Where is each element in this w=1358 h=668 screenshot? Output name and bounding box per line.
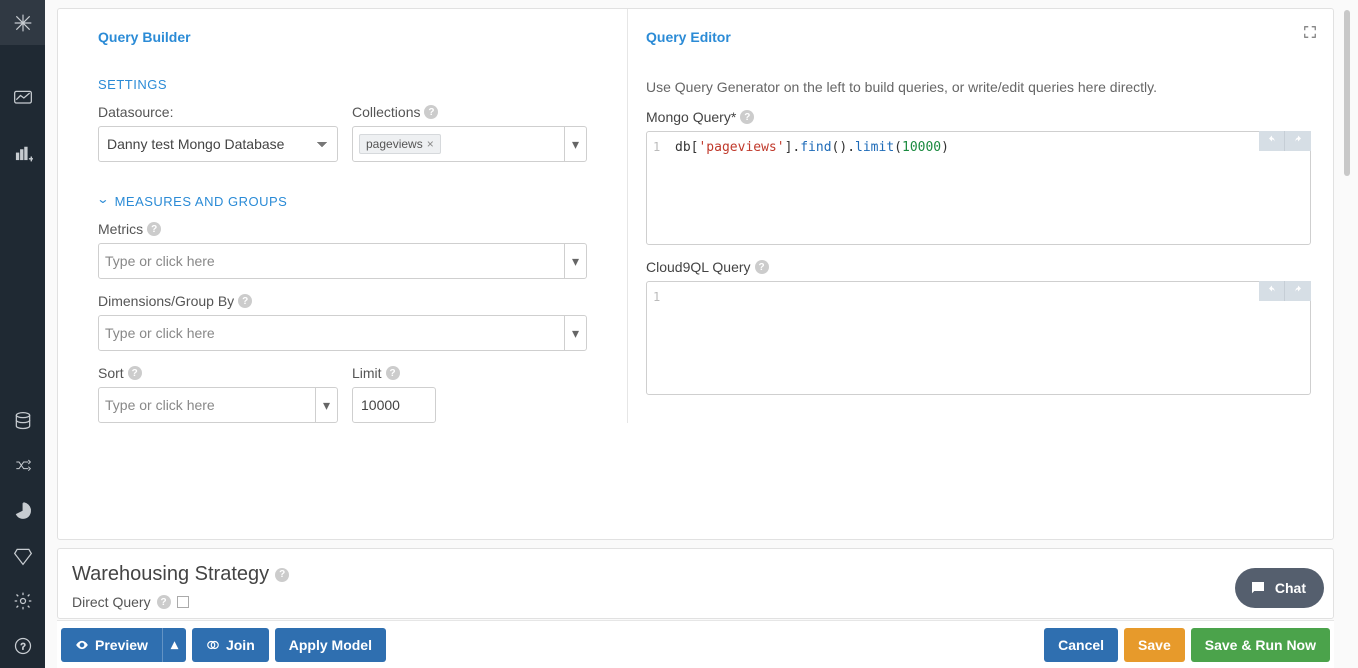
query-panel: Query Builder SETTINGS Datasource: Danny… [57,8,1334,540]
query-builder-column: Query Builder SETTINGS Datasource: Danny… [58,9,628,423]
help-icon[interactable]: ? [740,110,754,124]
measures-heading[interactable]: MEASURES AND GROUPS [98,194,587,209]
direct-query-row: Direct Query ? [72,594,1315,610]
left-nav-rail: + ? [0,0,45,668]
help-icon[interactable]: ? [238,294,252,308]
help-icon[interactable]: ? [424,105,438,119]
help-icon[interactable]: ? [147,222,161,236]
caret-down-icon[interactable]: ▾ [564,127,586,161]
collections-label: Collections ? [352,104,587,120]
nav-line-chart-icon[interactable] [0,75,45,120]
help-icon[interactable]: ? [275,568,289,582]
caret-down-icon[interactable]: ▾ [564,244,586,278]
warehousing-title: Warehousing Strategy ? [72,563,1315,586]
datasource-select[interactable]: Danny test Mongo Database [98,126,338,162]
apply-model-button[interactable]: Apply Model [275,628,386,662]
footer-action-bar: Preview ▴ Join Apply Model Cancel Save S… [57,620,1334,668]
save-button[interactable]: Save [1124,628,1185,662]
settings-heading: SETTINGS [98,77,587,92]
query-builder-title: Query Builder [98,29,587,45]
query-editor-title: Query Editor [646,29,1311,45]
c9ql-query-editor[interactable]: 1 [646,281,1311,395]
query-editor-column: Query Editor Use Query Generator on the … [628,9,1333,539]
c9ql-code[interactable]: 1 [647,282,1310,392]
nav-pie-chart-icon[interactable] [0,488,45,533]
collection-chip[interactable]: pageviews × [359,134,441,154]
direct-query-checkbox[interactable] [177,596,189,608]
cancel-button[interactable]: Cancel [1044,628,1118,662]
c9ql-query-label: Cloud9QL Query ? [646,259,1311,275]
mongo-code[interactable]: 1db['pageviews'].find().limit(10000) [647,132,1310,242]
datasource-label: Datasource: [98,104,338,120]
nav-bar-chart-icon[interactable]: + [0,130,45,175]
preview-button[interactable]: Preview [61,628,162,662]
mongo-query-editor[interactable]: 1db['pageviews'].find().limit(10000) [646,131,1311,245]
nav-help-icon[interactable]: ? [0,623,45,668]
svg-text:?: ? [20,641,25,651]
scrollbar-thumb[interactable] [1344,10,1350,176]
dimensions-combo[interactable]: Type or click here ▾ [98,315,587,351]
warehousing-panel: Warehousing Strategy ? Direct Query ? [57,548,1334,619]
expand-icon[interactable] [1303,25,1317,42]
metrics-label: Metrics ? [98,221,587,237]
nav-gear-icon[interactable] [0,578,45,623]
save-run-button[interactable]: Save & Run Now [1191,628,1330,662]
editor-hint: Use Query Generator on the left to build… [646,79,1311,95]
join-button[interactable]: Join [192,628,269,662]
logo-icon[interactable] [0,0,45,45]
sort-combo[interactable]: Type or click here ▾ [98,387,338,423]
help-icon[interactable]: ? [128,366,142,380]
svg-text:+: + [28,153,32,163]
mongo-query-label: Mongo Query* ? [646,109,1311,125]
caret-down-icon[interactable]: ▾ [564,316,586,350]
chat-button[interactable]: Chat [1235,568,1324,608]
nav-shuffle-icon[interactable] [0,443,45,488]
collections-combo[interactable]: pageviews × ▾ [352,126,587,162]
limit-label: Limit ? [352,365,436,381]
nav-gem-icon[interactable] [0,533,45,578]
remove-chip-icon[interactable]: × [427,137,434,151]
preview-dropdown-button[interactable]: ▴ [162,628,186,662]
sort-label: Sort ? [98,365,338,381]
nav-database-icon[interactable] [0,398,45,443]
dimensions-label: Dimensions/Group By ? [98,293,587,309]
caret-down-icon[interactable]: ▾ [315,388,337,422]
help-icon[interactable]: ? [157,595,171,609]
help-icon[interactable]: ? [386,366,400,380]
help-icon[interactable]: ? [755,260,769,274]
main-content: Query Builder SETTINGS Datasource: Danny… [45,0,1358,668]
limit-input[interactable] [352,387,436,423]
metrics-combo[interactable]: Type or click here ▾ [98,243,587,279]
